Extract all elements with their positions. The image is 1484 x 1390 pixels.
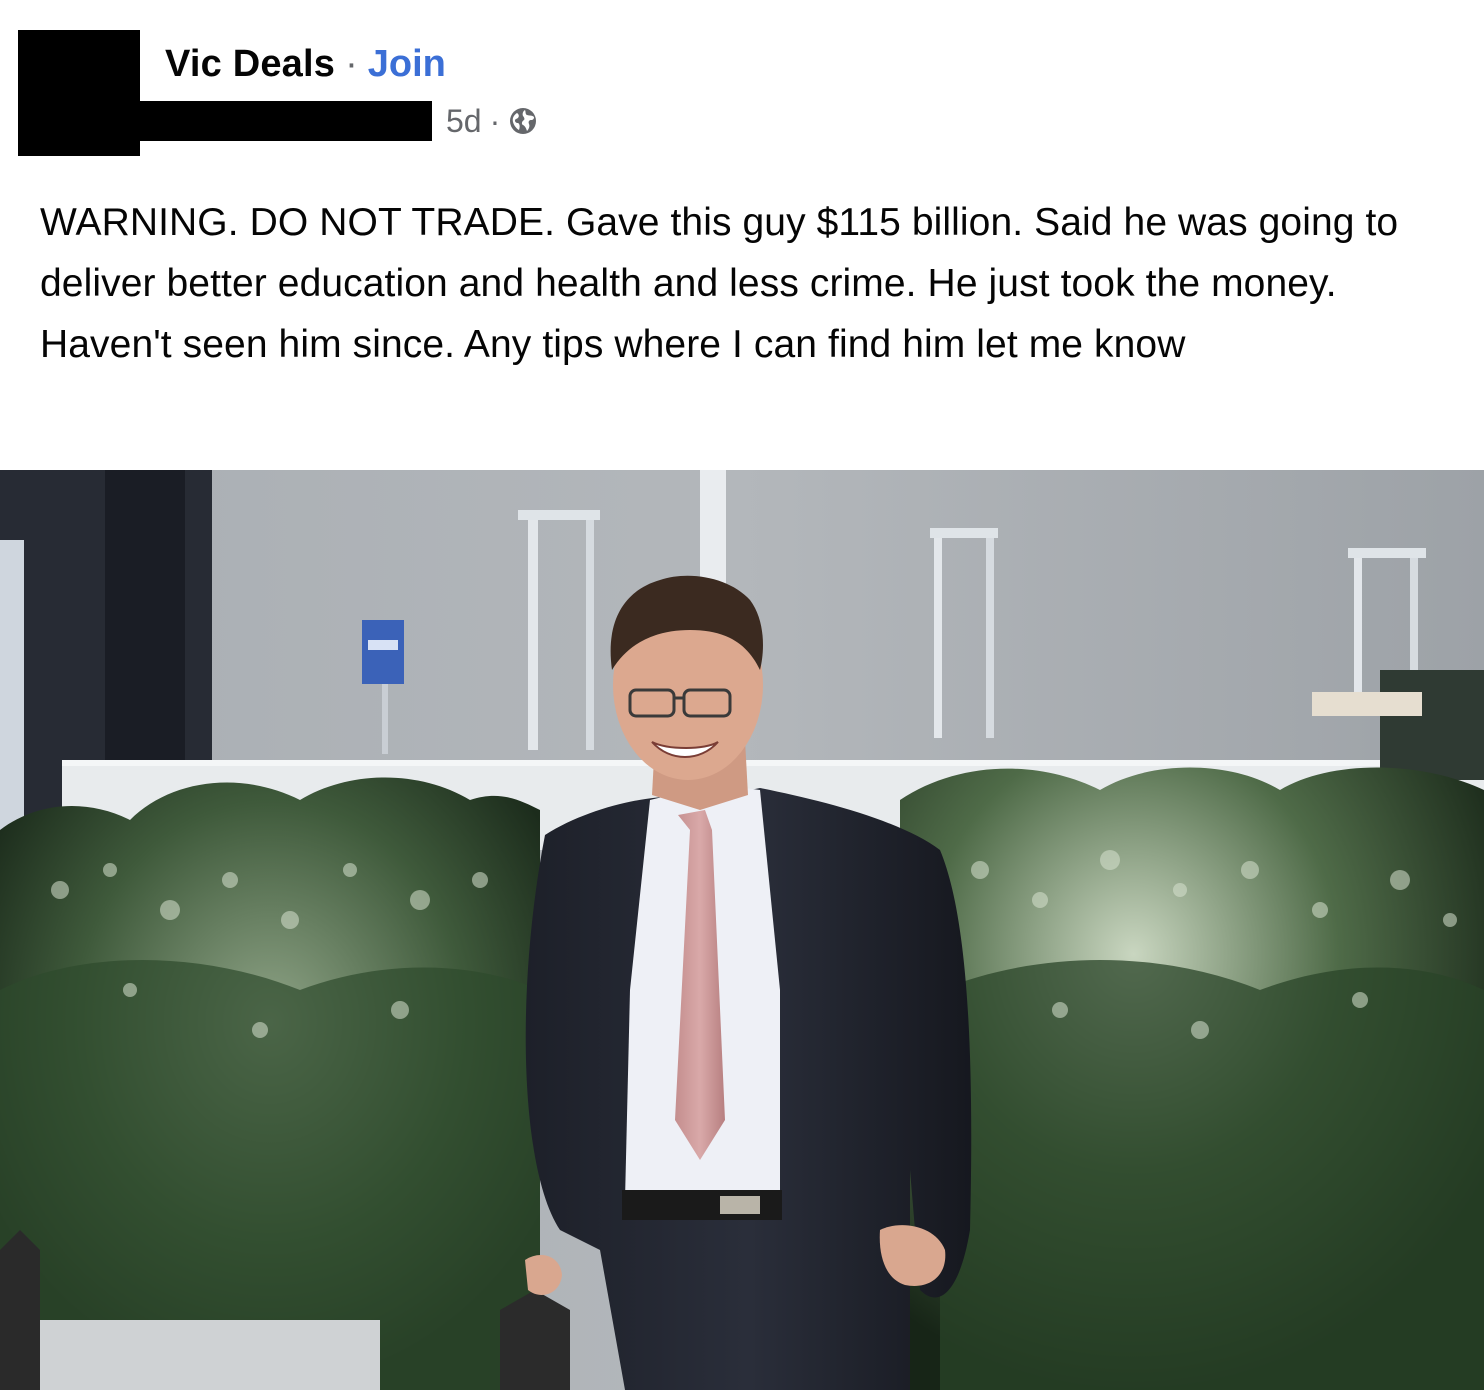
post-photo[interactable] — [0, 470, 1484, 1390]
group-name-row: Vic Deals · Join — [165, 40, 446, 88]
post-timestamp[interactable]: 5d — [446, 103, 482, 140]
post-header: Vic Deals · Join 5d · — [0, 0, 1484, 170]
post-body-text: WARNING. DO NOT TRADE. Gave this guy $11… — [40, 201, 1399, 366]
redacted-author-name — [140, 101, 432, 141]
facebook-post: Vic Deals · Join 5d · WARNING. DO NOT TR… — [0, 0, 1484, 1390]
globe-icon — [508, 106, 538, 136]
separator-dot: · — [345, 43, 358, 85]
join-button[interactable]: Join — [368, 40, 446, 88]
redacted-avatar — [18, 30, 140, 156]
group-name-link[interactable]: Vic Deals — [165, 40, 335, 88]
post-meta: 5d · — [140, 100, 538, 142]
meta-separator-dot: · — [489, 102, 501, 139]
